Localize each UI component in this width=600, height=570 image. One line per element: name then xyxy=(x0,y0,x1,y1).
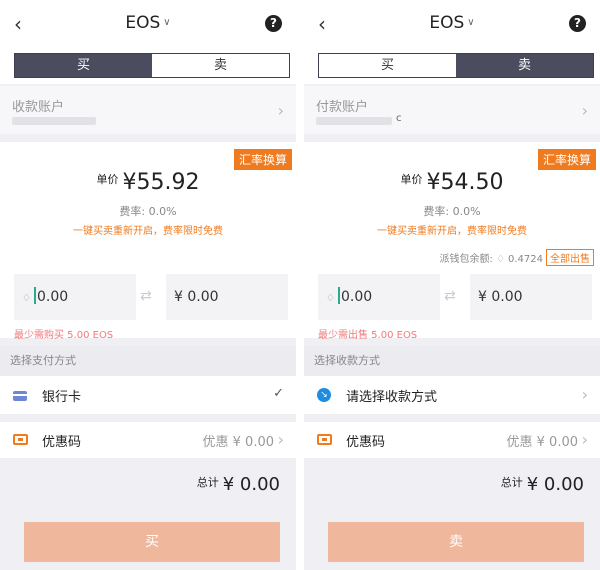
coupon-row[interactable]: 优惠码 优惠 ¥ 0.00 › xyxy=(304,422,600,458)
receive-method-select[interactable]: ↘ 请选择收款方式 › xyxy=(304,376,600,414)
amount-inputs: ♢ 0.00 ⇄ ¥ 0.00 xyxy=(304,274,600,322)
account-value-blurred xyxy=(316,117,392,125)
receive-account-row[interactable]: 收款账户 › xyxy=(0,86,296,134)
unit-price: 单价 ¥55.92 xyxy=(96,170,200,195)
exchange-rate-button[interactable]: 汇率换算 xyxy=(233,149,292,170)
chevron-down-icon: ∨ xyxy=(467,17,475,28)
promo-text: 一键买卖重新开启，费率限时免费 xyxy=(377,226,527,237)
wallet-balance: 派钱包余额: ♢ 0.4724 全部出售 xyxy=(439,249,594,266)
fee-rate: 费率: 0.0% xyxy=(119,205,177,218)
sell-panel: ‹ EOS ∨ ? 买 卖 付款账户 c › 汇率换算 单价 ¥54.50 费率: … xyxy=(304,0,600,570)
tab-sell[interactable]: 卖 xyxy=(152,54,289,77)
chevron-right-icon: › xyxy=(277,101,284,120)
total-amount: 总计 ¥ 0.00 xyxy=(500,474,584,495)
min-amount-warning: 最少需出售 5.00 EOS xyxy=(318,330,418,341)
eos-drop-icon: ♢ xyxy=(326,293,335,304)
swap-icon: ⇄ xyxy=(444,288,456,304)
sell-button[interactable]: 卖 xyxy=(328,522,584,562)
tab-sell[interactable]: 卖 xyxy=(456,54,593,77)
account-value-blurred xyxy=(12,117,96,125)
buy-button[interactable]: 买 xyxy=(24,522,280,562)
chevron-right-icon: › xyxy=(581,385,588,404)
price-area: 汇率换算 单价 ¥54.50 费率: 0.0% 一键买卖重新开启，费率限时免费 派… xyxy=(304,142,600,341)
checkmark-icon: ✓ xyxy=(273,386,284,401)
eos-drop-icon: ♢ xyxy=(496,254,505,265)
sell-all-button[interactable]: 全部出售 xyxy=(546,249,594,266)
chevron-right-icon: › xyxy=(277,430,284,449)
swap-icon: ⇄ xyxy=(140,288,152,304)
text-cursor xyxy=(337,287,340,304)
unit-price: 单价 ¥54.50 xyxy=(400,170,504,195)
card-icon xyxy=(13,391,27,401)
receive-method-section-label: 选择收款方式 xyxy=(304,346,600,376)
payment-method-bank-card[interactable]: 银行卡 ✓ xyxy=(0,376,296,414)
exchange-rate-button[interactable]: 汇率换算 xyxy=(537,149,596,170)
coupon-icon xyxy=(317,434,332,445)
coupon-value: 优惠 ¥ 0.00 xyxy=(506,435,578,450)
payment-method-section-label: 选择支付方式 xyxy=(0,346,296,376)
text-cursor xyxy=(33,287,36,304)
eos-amount-input[interactable]: ♢ 0.00 xyxy=(318,274,440,320)
chevron-down-icon: ∨ xyxy=(163,17,171,28)
account-suffix: c xyxy=(396,113,402,124)
pay-account-row[interactable]: 付款账户 c › xyxy=(304,86,600,134)
tab-buy[interactable]: 买 xyxy=(15,54,152,77)
cny-amount-input[interactable]: ¥ 0.00 xyxy=(470,274,592,320)
page-title[interactable]: EOS ∨ xyxy=(0,13,296,33)
price-area: 汇率换算 单价 ¥55.92 费率: 0.0% 一键买卖重新开启，费率限时免费 ♢… xyxy=(0,142,296,341)
page-title[interactable]: EOS ∨ xyxy=(304,13,600,33)
cny-amount-input[interactable]: ¥ 0.00 xyxy=(166,274,288,320)
chevron-right-icon: › xyxy=(581,430,588,449)
min-amount-warning: 最少需购买 5.00 EOS xyxy=(14,330,114,341)
coupon-value: 优惠 ¥ 0.00 xyxy=(202,435,274,450)
help-icon[interactable]: ? xyxy=(265,15,282,32)
total-amount: 总计 ¥ 0.00 xyxy=(196,474,280,495)
help-icon[interactable]: ? xyxy=(569,15,586,32)
buy-sell-toggle: 买 卖 xyxy=(0,48,296,84)
tab-buy[interactable]: 买 xyxy=(319,54,456,77)
eos-amount-input[interactable]: ♢ 0.00 xyxy=(14,274,136,320)
amount-inputs: ♢ 0.00 ⇄ ¥ 0.00 xyxy=(0,274,296,322)
header: ‹ EOS ∨ ? xyxy=(304,0,600,48)
coupon-icon xyxy=(13,434,28,445)
fee-rate: 费率: 0.0% xyxy=(423,205,481,218)
header: ‹ EOS ∨ ? xyxy=(0,0,296,48)
chevron-right-icon: › xyxy=(581,101,588,120)
buy-panel: ‹ EOS ∨ ? 买 卖 收款账户 › 汇率换算 单价 ¥55.92 费率: 0.… xyxy=(0,0,296,570)
coupon-row[interactable]: 优惠码 优惠 ¥ 0.00 › xyxy=(0,422,296,458)
receive-method-icon: ↘ xyxy=(317,388,331,402)
account-label: 收款账户 xyxy=(12,100,65,115)
promo-text: 一键买卖重新开启，费率限时免费 xyxy=(73,226,223,237)
account-label: 付款账户 xyxy=(316,100,369,115)
panel-divider xyxy=(296,0,304,570)
buy-sell-toggle: 买 卖 xyxy=(304,48,600,84)
eos-drop-icon: ♢ xyxy=(22,293,31,304)
